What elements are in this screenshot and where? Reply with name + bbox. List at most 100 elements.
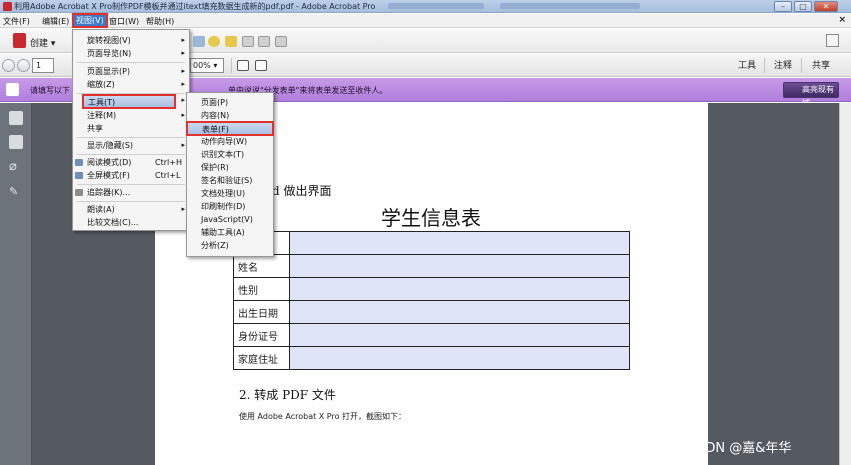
menu-separator [77,184,185,185]
window-title: 利用Adobe Acrobat X Pro制作PDF模板并通过itext填充数据… [14,2,376,11]
menu-item-comment[interactable]: 注释(M) ▸ [73,109,189,122]
tools-submenu: 页面(P) 内容(N) 表单(F) 动作向导(W) 识别文本(T) 保护(R) … [186,92,274,257]
maximize-button[interactable]: □ [794,1,812,12]
close-window-button[interactable]: ✕ [814,1,838,12]
address-field[interactable] [289,346,630,370]
zoom-select[interactable]: 00% ▾ [190,58,224,73]
menu-item-show-hide[interactable]: 显示/隐藏(S) ▸ [73,139,189,152]
next-page-icon[interactable] [17,59,30,72]
menu-item-full-screen[interactable]: 全屏模式(F) Ctrl+L [73,169,189,182]
menu-item-share[interactable]: 共享 [73,122,189,135]
read-mode-icon [75,159,83,166]
submenu-item-document-processing[interactable]: 文档处理(U) [187,187,273,200]
menu-separator [77,201,185,202]
menu-item-rotate-view[interactable]: 旋转视图(V) ▸ [73,34,189,47]
doc-heading-2: 2. 转成 PDF 文件 [239,388,336,402]
highlight-icon[interactable] [225,36,237,47]
form-title: 学生信息表 [381,206,481,230]
comment-icon[interactable] [208,36,220,47]
table-row: 出生日期 [233,300,630,324]
tab-comment[interactable]: 注释 [774,58,792,71]
row-label: 家庭住址 [233,346,290,370]
menu-edit[interactable]: 编辑(E) [42,16,69,27]
submenu-item-sign-certify[interactable]: 签名和验证(S) [187,174,273,187]
menu-separator [77,62,185,63]
menu-item-zoom[interactable]: 缩放(Z) ▸ [73,78,189,91]
create-button[interactable]: 创建 ▾ [30,36,55,49]
blurred-tab [388,3,484,9]
row-label: 出生日期 [233,300,290,324]
row-label: 身份证号 [233,323,290,347]
page-number-input[interactable]: 1 [32,58,54,73]
submenu-item-content[interactable]: 内容(N) [187,109,273,122]
separator [231,58,232,73]
blurred-tab [500,3,640,9]
attachment-icon[interactable]: ⌀ [9,159,23,174]
menu-item-tools[interactable]: 工具(T) [82,94,176,109]
minimize-button[interactable]: – [774,1,792,12]
zoom-value: 00% [193,61,211,70]
submenu-item-forms[interactable]: 表单(F) [186,121,274,136]
submenu-item-accessibility[interactable]: 辅助工具(A) [187,226,273,239]
fit-page-icon[interactable] [237,60,249,71]
submenu-item-recognize-text[interactable]: 识别文本(T) [187,148,273,161]
signature-icon[interactable]: ✎ [9,185,23,199]
menu-item-page-display[interactable]: 页面显示(P) ▸ [73,65,189,78]
bookmarks-icon[interactable] [9,135,23,149]
tab-tools[interactable]: 工具 [738,58,756,71]
submenu-item-analyze[interactable]: 分析(Z) [187,239,273,252]
doc-body-text: 使用 Adobe Acrobat X Pro 打开，截图如下： [239,412,407,421]
menu-separator [77,93,185,94]
student-info-table: 姓名 性别 出生日期 身份证号 家庭住址 [233,231,630,370]
export-icon[interactable] [258,36,270,47]
title-bar: 利用Adobe Acrobat X Pro制作PDF模板并通过itext填充数据… [0,0,851,13]
vertical-scrollbar[interactable] [839,103,851,465]
menu-view[interactable]: 视图(V) [72,13,108,28]
submenu-item-action-wizard[interactable]: 动作向导(W) [187,135,273,148]
menu-help[interactable]: 帮助(H) [146,16,174,27]
menu-item-read-aloud[interactable]: 朗读(A) ▸ [73,203,189,216]
table-row: 家庭住址 [233,346,630,370]
table-row: 姓名 [233,254,630,278]
page-icon[interactable] [242,36,254,47]
tools-arrow-icon: ▸ [181,96,185,104]
row-label: 性别 [233,277,290,301]
menu-separator [77,154,185,155]
close-document-icon[interactable]: × [838,15,846,25]
tracker-icon [75,189,83,196]
extract-icon[interactable] [275,36,287,47]
birthdate-field[interactable] [289,300,630,324]
form-icon [6,83,19,96]
table-row [233,231,630,255]
separator [801,58,802,73]
name-field[interactable] [289,254,630,278]
submenu-item-print-production[interactable]: 印刷制作(D) [187,200,273,213]
highlight-fields-button[interactable]: 高亮现有域 [783,82,839,108]
watermark: CSDN @嘉&年华 [688,441,792,456]
menu-separator [77,137,185,138]
menu-window[interactable]: 窗口(W) [109,16,139,27]
menu-file[interactable]: 文件(F) [3,16,30,27]
fit-width-icon[interactable] [255,60,267,71]
create-pdf-icon[interactable] [13,33,26,48]
view-menu: 旋转视图(V) ▸ 页面导览(N) ▸ 页面显示(P) ▸ 缩放(Z) ▸ 工具(T) … [72,29,190,231]
submenu-item-pages[interactable]: 页面(P) [187,96,273,109]
menu-item-page-navigation[interactable]: 页面导览(N) ▸ [73,47,189,60]
tab-share[interactable]: 共享 [812,58,830,71]
previous-page-icon[interactable] [2,59,15,72]
menu-item-tracker[interactable]: 追踪器(K)... [73,186,189,199]
pages-icon[interactable] [9,111,23,125]
menu-item-compare-documents[interactable]: 比较文档(C)... [73,216,189,229]
gender-field[interactable] [289,277,630,301]
id-number-field[interactable] [289,323,630,347]
submenu-item-javascript[interactable]: JavaScript(V) [187,213,273,226]
menu-item-read-mode[interactable]: 阅读模式(D) Ctrl+H [73,156,189,169]
form-field[interactable] [289,231,630,255]
settings-icon[interactable] [193,36,205,47]
acrobat-icon [3,2,12,11]
submenu-item-protection[interactable]: 保护(R) [187,161,273,174]
expand-icon[interactable] [826,34,839,47]
separator [764,58,765,73]
navigation-pane: ⌀ ✎ [0,103,32,465]
full-screen-icon [75,172,83,179]
